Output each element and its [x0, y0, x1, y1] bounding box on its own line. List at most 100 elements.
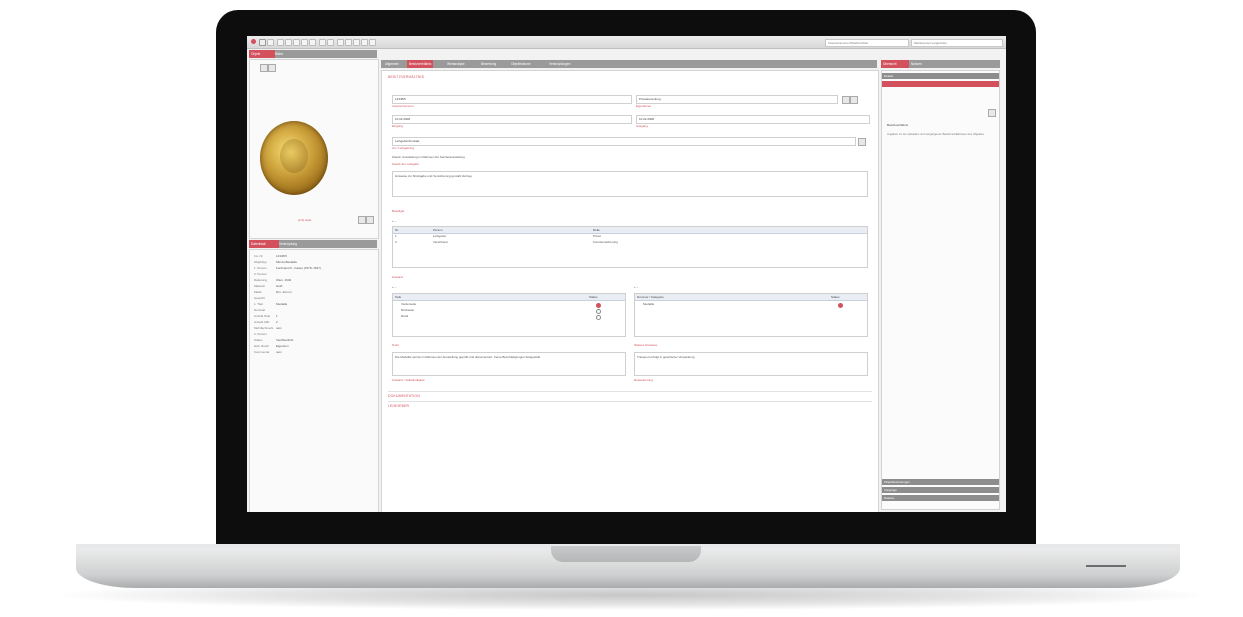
hint-block-label: Weitere Hinweise: [634, 343, 658, 347]
zoom-out-icon[interactable]: [268, 64, 276, 72]
bar-vorgaenge[interactable]: Vorgänge: [882, 487, 999, 493]
date-from-field[interactable]: 10.02.2008: [392, 115, 632, 124]
inventory-number-label: Inventarnummer: [392, 104, 414, 108]
status-section-label: Zustand: [392, 275, 403, 279]
details-header: Details: [882, 73, 999, 79]
new-icon[interactable]: [277, 39, 284, 46]
tab-notizen[interactable]: Notizen: [909, 60, 924, 68]
parties-table-header: Nr. Person Rolle: [393, 227, 867, 234]
section-title: BESITZVERHÄLTNIS: [388, 75, 425, 79]
zoom-in-icon[interactable]: [260, 64, 268, 72]
status-radio[interactable]: [596, 303, 601, 308]
bar-dateien[interactable]: Dateien: [882, 495, 999, 501]
help-icon[interactable]: [369, 39, 376, 46]
meta-row: Anzahl Teile 1: [254, 314, 278, 318]
meta-tab-bar: Datenblatt Verknüpfung: [249, 240, 377, 248]
table-row[interactable]: 1 Leihgeber Privat: [393, 234, 867, 239]
owner-field[interactable]: Privatsammlung: [636, 95, 838, 104]
list-item[interactable]: Vorderseite: [401, 302, 416, 306]
status-radio[interactable]: [596, 309, 601, 314]
metadata-panel: Inv. Nr. 12345/5 Objekttyp Münze/Medaille …: [249, 249, 379, 512]
lookup-icon[interactable]: [842, 96, 850, 104]
contact-lookup-icon[interactable]: [858, 138, 866, 146]
tab-datenblatt[interactable]: Datenblatt: [249, 240, 279, 248]
tab-wertanalyse[interactable]: Wertanalyse: [445, 60, 467, 68]
refresh-icon[interactable]: [353, 39, 360, 46]
laptop-led: [1086, 565, 1126, 567]
meta-row: Anzahl Abb. 2: [254, 320, 278, 324]
copy-icon[interactable]: [301, 39, 308, 46]
tab-verknuepfung[interactable]: Verknüpfung: [277, 240, 299, 248]
description-textarea[interactable]: Hinweise zur Rückgabe und Versicherung g…: [392, 171, 868, 197]
contact-field[interactable]: Leihgeber/Kontakt: [392, 137, 856, 146]
add-part-icon[interactable]: + −: [392, 285, 396, 289]
note-block-label: Notiz: [392, 343, 399, 347]
tab-verknuepfungen[interactable]: Verknüpfungen: [547, 60, 572, 68]
app-screen: Inventarnummer/Titel/Kurztitel Wertkonze…: [247, 36, 1006, 512]
tab-objekthistorie[interactable]: Objekthistorie: [509, 60, 533, 68]
collapsed-section-dokumentation[interactable]: DOKUMENTATION: [388, 391, 872, 399]
category-radio[interactable]: [838, 303, 843, 308]
bar-objektbeziehungen[interactable]: Objektbeziehungen: [882, 479, 999, 485]
tab-bilder[interactable]: Bilder: [273, 50, 285, 58]
compare-input[interactable]: Wertkonzept vergleichen: [911, 38, 1003, 47]
meta-row: Mehrfachmerk. nein: [254, 326, 282, 330]
back-icon[interactable]: [259, 39, 266, 46]
delete-icon[interactable]: [309, 39, 316, 46]
left-tab-bar: Objekt Bilder: [249, 50, 377, 58]
lock-icon[interactable]: [319, 39, 326, 46]
export-icon[interactable]: [361, 39, 368, 46]
save-icon[interactable]: [285, 39, 292, 46]
parties-table: Nr. Person Rolle 1 Leihgeber Privat 2 Ve…: [392, 226, 868, 268]
main-form: BESITZVERHÄLTNIS 12345/5 Inventarnummer …: [381, 70, 879, 512]
meta-row: Maße Dm. 44 mm: [254, 290, 292, 294]
list-item[interactable]: Rand: [401, 314, 408, 318]
add-party-icon[interactable]: + −: [392, 219, 396, 223]
meta-row: Kommentar nein: [254, 350, 282, 354]
details-accent-bar: [882, 81, 999, 87]
forward-icon[interactable]: [267, 39, 274, 46]
list-item[interactable]: Medaille: [643, 302, 654, 306]
tab-uebersicht[interactable]: Übersicht: [881, 60, 909, 68]
print-icon[interactable]: [293, 39, 300, 46]
footer-label-condition: Zustand / Vollständigkeit: [392, 378, 425, 382]
image-caption: (1/1) seite: [298, 218, 312, 222]
meta-row: Status Veröffentlicht: [254, 338, 294, 342]
date-to-label: Ausgang: [636, 124, 648, 128]
meta-row: 2. Person: [254, 272, 267, 276]
details-body: Angaben zu den aktuellen und vergangenen…: [887, 132, 985, 136]
add-category-icon[interactable]: + −: [634, 285, 638, 289]
tab-objekt[interactable]: Objekt: [249, 50, 275, 58]
col-rolle[interactable]: Rolle: [593, 227, 600, 233]
date-to-field[interactable]: 10.02.2008: [636, 115, 870, 124]
inventory-number-field[interactable]: 12345/5: [392, 95, 632, 104]
details-heading: Besitzverhältnis: [887, 123, 909, 127]
filter-icon[interactable]: [345, 39, 352, 46]
contact-label: Art / Leihgebung: [392, 146, 415, 150]
search-input[interactable]: Inventarnummer/Titel/Kurztitel: [825, 38, 909, 47]
status-radio[interactable]: [596, 315, 601, 320]
table-row[interactable]: 2 Versicherer Kunstversicherung: [393, 240, 867, 245]
list-item[interactable]: Rückseite: [401, 308, 414, 312]
collapsed-section-leihgeber[interactable]: LEIHGEBER: [388, 401, 872, 409]
description-text: Hinweise zur Rückgabe und Versicherung g…: [395, 174, 473, 178]
user-icon[interactable]: [327, 39, 334, 46]
note-textarea[interactable]: Die Medaille wurde im Rahmen der Ausstel…: [392, 352, 626, 376]
tab-bewertung[interactable]: Bewertung: [479, 60, 498, 68]
settings-icon[interactable]: [337, 39, 344, 46]
col-person[interactable]: Person: [433, 227, 443, 233]
details-settings-icon[interactable]: [988, 109, 996, 117]
next-image-icon[interactable]: [366, 216, 374, 224]
hint-textarea[interactable]: Transport erfolgt in gesicherter Verpack…: [634, 352, 868, 376]
app-toolbar: Inventarnummer/Titel/Kurztitel Wertkonze…: [247, 36, 1006, 49]
prev-image-icon[interactable]: [358, 216, 366, 224]
category-list: Nummer / Kategorie Status Medaille: [634, 293, 868, 337]
tab-besitzverhaeltnis[interactable]: Besitzverhältnis: [407, 60, 434, 68]
meta-row: Nominal: [254, 308, 266, 312]
clear-icon[interactable]: [850, 96, 858, 104]
meta-row: Gewicht: [254, 296, 265, 300]
meta-row: 2. Person: [254, 332, 267, 336]
tab-allgemein[interactable]: Allgemein: [383, 60, 401, 68]
col-nr[interactable]: Nr.: [395, 227, 399, 233]
note-text: Die Medaille wurde im Rahmen der Ausstel…: [395, 355, 541, 359]
